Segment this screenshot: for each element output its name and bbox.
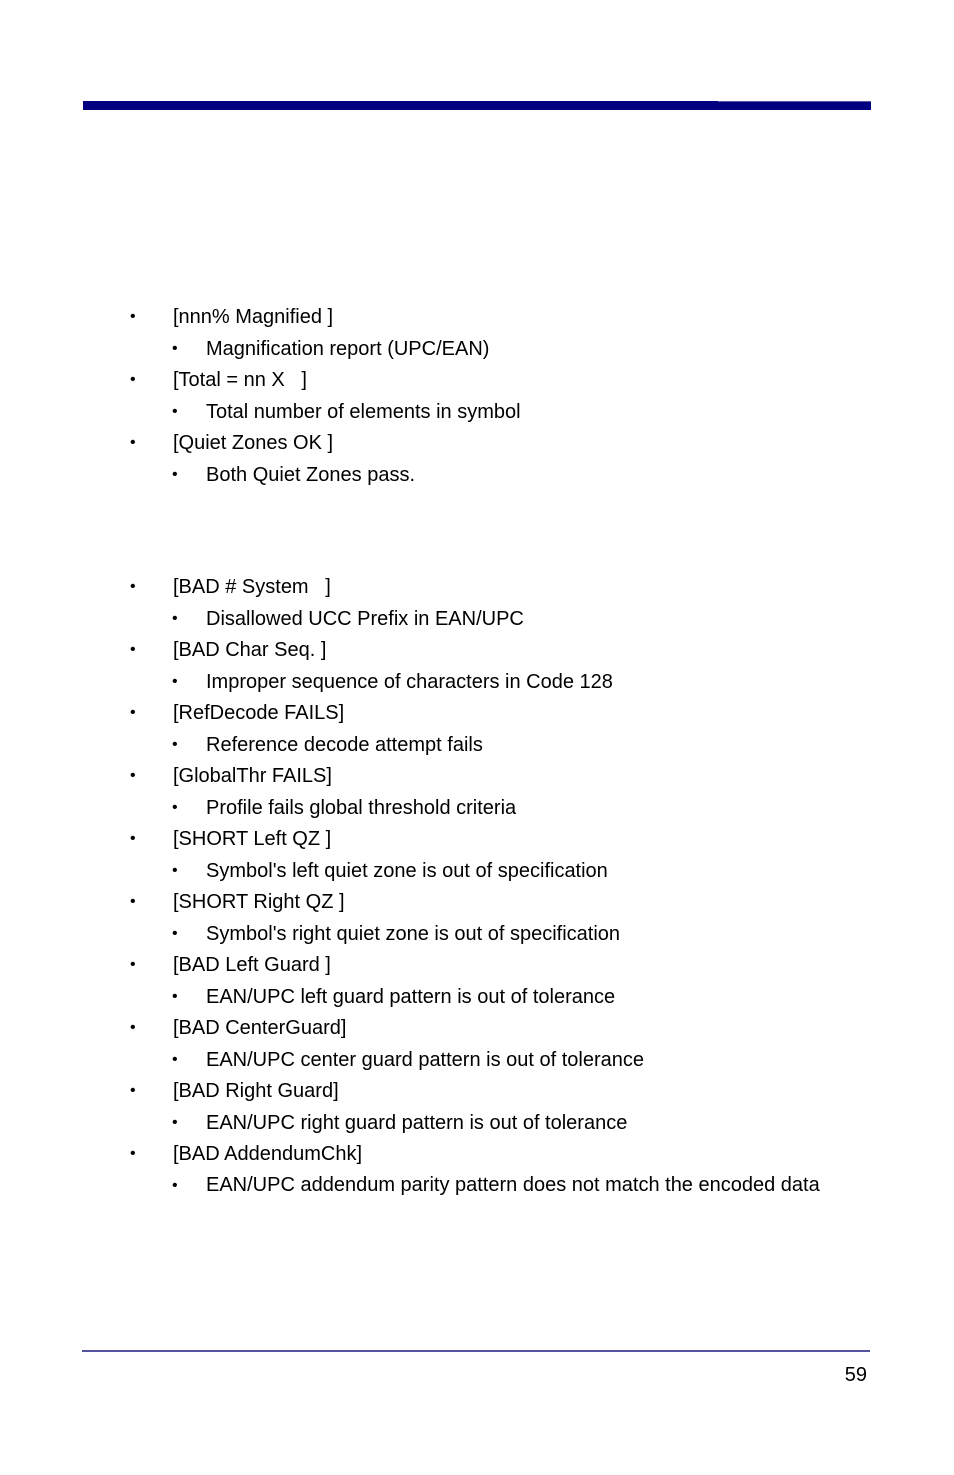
error-code: [BAD CenterGuard] bbox=[173, 1017, 347, 1039]
bullet-icon: • bbox=[172, 1113, 178, 1131]
error-description: Symbol's right quiet zone is out of spec… bbox=[206, 922, 621, 945]
header-bar-accent bbox=[718, 101, 871, 102]
bullet-icon: • bbox=[172, 1176, 178, 1194]
bullet-icon: • bbox=[130, 956, 136, 973]
status-description: Both Quiet Zones pass. bbox=[206, 463, 416, 486]
bullet-icon: • bbox=[130, 371, 136, 388]
page-number: 59 bbox=[844, 1364, 867, 1386]
bullet-icon: • bbox=[172, 339, 178, 357]
error-code: [BAD # System ] bbox=[173, 576, 331, 598]
error-description: Symbol's left quiet zone is out of speci… bbox=[206, 859, 608, 882]
status-code: [Total = nn X ] bbox=[173, 369, 307, 391]
error-code: [SHORT Left QZ ] bbox=[173, 828, 332, 850]
error-description: Reference decode attempt fails bbox=[206, 733, 483, 756]
error-description: EAN/UPC center guard pattern is out of t… bbox=[206, 1048, 645, 1071]
bullet-icon: • bbox=[130, 578, 136, 595]
bullet-icon: • bbox=[130, 1019, 136, 1036]
bullet-icon: • bbox=[172, 465, 178, 483]
error-code: [BAD Right Guard] bbox=[173, 1080, 339, 1102]
status-description: Total number of elements in symbol bbox=[206, 400, 521, 423]
bullet-icon: • bbox=[130, 1145, 136, 1162]
bullet-icon: • bbox=[172, 402, 178, 420]
bullet-icon: • bbox=[172, 735, 178, 753]
bullet-icon: • bbox=[172, 987, 178, 1005]
error-description: Disallowed UCC Prefix in EAN/UPC bbox=[206, 607, 524, 630]
error-description: Profile fails global threshold criteria bbox=[206, 796, 517, 819]
bullet-icon: • bbox=[130, 641, 136, 658]
bullet-icon: • bbox=[172, 861, 178, 879]
bullet-icon: • bbox=[130, 767, 136, 784]
bullet-icon: • bbox=[130, 308, 136, 325]
footer-rule bbox=[82, 1350, 870, 1352]
error-code: [RefDecode FAILS] bbox=[173, 702, 345, 724]
bullet-icon: • bbox=[130, 830, 136, 847]
status-code: [nnn% Magnified ] bbox=[173, 306, 334, 328]
error-code: [GlobalThr FAILS] bbox=[173, 765, 332, 787]
error-code: [BAD Left Guard ] bbox=[173, 954, 331, 976]
error-description: EAN/UPC addendum parity pattern does not… bbox=[206, 1173, 820, 1196]
status-code: [Quiet Zones OK ] bbox=[173, 432, 334, 454]
bullet-icon: • bbox=[130, 893, 136, 910]
bullet-icon: • bbox=[172, 1050, 178, 1068]
bullet-icon: • bbox=[130, 1082, 136, 1099]
bullet-icon: • bbox=[130, 704, 136, 721]
bullet-icon: • bbox=[172, 609, 178, 627]
status-description: Magnification report (UPC/EAN) bbox=[206, 337, 490, 360]
error-description: EAN/UPC right guard pattern is out of to… bbox=[206, 1111, 628, 1134]
bullet-icon: • bbox=[172, 798, 178, 816]
error-description: EAN/UPC left guard pattern is out of tol… bbox=[206, 985, 616, 1008]
error-description: Improper sequence of characters in Code … bbox=[206, 670, 613, 693]
bullet-icon: • bbox=[130, 434, 136, 451]
bullet-icon: • bbox=[172, 672, 178, 690]
error-code: [SHORT Right QZ ] bbox=[173, 891, 345, 913]
header-bar bbox=[83, 101, 871, 110]
error-code: [BAD AddendumChk] bbox=[173, 1143, 362, 1165]
bullet-icon: • bbox=[172, 924, 178, 942]
error-code: [BAD Char Seq. ] bbox=[173, 639, 327, 661]
